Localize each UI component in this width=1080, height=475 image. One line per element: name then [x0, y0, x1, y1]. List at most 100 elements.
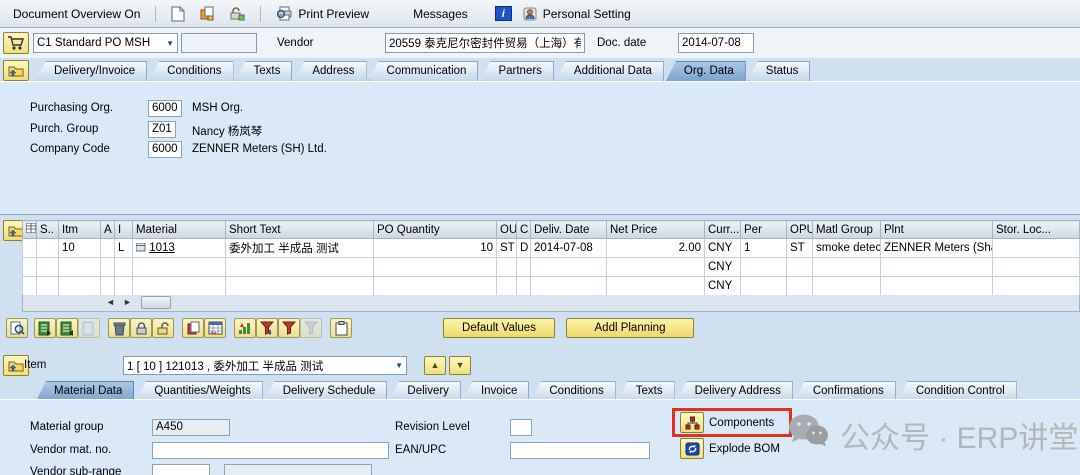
tab-material-data[interactable]: Material Data — [36, 381, 134, 401]
explode-bom-button[interactable]: Explode BOM — [680, 438, 780, 459]
doc-date-input[interactable] — [678, 33, 754, 53]
material-link[interactable]: 1013 — [149, 242, 175, 254]
opu-cell[interactable] — [787, 258, 813, 277]
i-cell[interactable] — [115, 258, 133, 277]
opu-cell[interactable]: ST — [787, 239, 813, 258]
lock-icon[interactable] — [226, 4, 248, 24]
material-cell[interactable] — [133, 258, 226, 277]
oun-cell[interactable]: ST — [497, 239, 517, 258]
tab-invoice[interactable]: Invoice — [463, 381, 529, 401]
purch-group-input[interactable]: Z01 — [148, 121, 176, 138]
a-cell[interactable] — [101, 277, 115, 296]
deliv-date-cell[interactable]: 2014-07-08 — [531, 239, 607, 258]
row-selector-cell[interactable] — [23, 239, 37, 258]
copy-item-alt-icon[interactable] — [56, 318, 78, 338]
material-cell[interactable] — [133, 277, 226, 296]
column-header-stor-loc[interactable]: Stor. Loc... — [993, 221, 1080, 239]
status-cell[interactable] — [37, 258, 59, 277]
po-quantity-cell[interactable] — [374, 277, 497, 296]
item-select[interactable]: 1 [ 10 ] 121013 , 委外加工 半成品 测试 ▼ — [123, 356, 407, 375]
i-cell[interactable] — [115, 277, 133, 296]
column-header-po-quantity[interactable]: PO Quantity — [374, 221, 497, 239]
cart-icon[interactable] — [3, 32, 29, 54]
filter-icon[interactable] — [278, 318, 300, 338]
unlock-item-icon[interactable] — [152, 318, 174, 338]
matl-group-cell[interactable] — [813, 258, 881, 277]
matl-group-cell[interactable]: smoke detect... — [813, 239, 881, 258]
column-header-a[interactable]: A — [101, 221, 115, 239]
column-header-curr[interactable]: Curr... — [705, 221, 741, 239]
per-cell[interactable] — [741, 258, 787, 277]
column-header-plnt[interactable]: Plnt — [881, 221, 993, 239]
create-document-icon[interactable] — [168, 4, 188, 24]
row-selector-cell[interactable] — [23, 258, 37, 277]
curr-cell[interactable]: CNY — [705, 239, 741, 258]
c-cell[interactable] — [517, 277, 531, 296]
tab-texts[interactable]: Texts — [236, 61, 293, 81]
tab-delivery[interactable]: Delivery — [389, 381, 461, 401]
column-header-itm[interactable]: Itm — [59, 221, 101, 239]
net-price-cell[interactable] — [607, 277, 705, 296]
material-cell[interactable]: 1013 — [133, 239, 226, 258]
column-header-i[interactable]: I — [115, 221, 133, 239]
net-price-cell[interactable]: 2.00 — [607, 239, 705, 258]
ean-upc-input[interactable] — [510, 442, 650, 459]
plnt-cell[interactable] — [881, 277, 993, 296]
material-group-input[interactable]: A450 — [152, 419, 230, 436]
company-code-input[interactable]: 6000 — [148, 141, 182, 158]
column-header-net-price[interactable]: Net Price — [607, 221, 705, 239]
copy-item-icon[interactable] — [34, 318, 56, 338]
tab-conditions[interactable]: Conditions — [149, 61, 233, 81]
tab-delivery-invoice[interactable]: Delivery/Invoice — [36, 61, 147, 81]
matl-group-cell[interactable] — [813, 277, 881, 296]
tab-address[interactable]: Address — [294, 61, 366, 81]
curr-cell[interactable]: CNY — [705, 258, 741, 277]
column-header-oun[interactable]: OUn — [497, 221, 517, 239]
i-cell[interactable]: L — [115, 239, 133, 258]
column-header-deliv-date[interactable]: Deliv. Date — [531, 221, 607, 239]
short-text-cell[interactable]: 委外加工 半成品 测试 — [226, 239, 374, 258]
info-icon[interactable]: i — [495, 6, 512, 21]
short-text-cell[interactable] — [226, 277, 374, 296]
scrollbar-thumb[interactable] — [141, 296, 171, 309]
tab-delivery-schedule[interactable]: Delivery Schedule — [265, 381, 388, 401]
personal-setting-button[interactable]: Personal Setting — [520, 4, 634, 24]
tab-status[interactable]: Status — [748, 61, 811, 81]
po-quantity-cell[interactable]: 10 — [374, 239, 497, 258]
itm-cell[interactable] — [59, 277, 101, 296]
tab-additional-data[interactable]: Additional Data — [556, 61, 664, 81]
column-header-opu[interactable]: OPU — [787, 221, 813, 239]
column-header-c[interactable]: C — [517, 221, 531, 239]
sort-ascending-icon[interactable] — [234, 318, 256, 338]
per-cell[interactable]: 1 — [741, 239, 787, 258]
a-cell[interactable] — [101, 239, 115, 258]
row-selector-cell[interactable] — [23, 277, 37, 296]
column-header-matl-group[interactable]: Matl Group — [813, 221, 881, 239]
scroll-left-icon[interactable]: ◄ — [103, 296, 118, 309]
itm-cell[interactable]: 10 — [59, 239, 101, 258]
c-cell[interactable] — [517, 258, 531, 277]
tab-quantities-weights[interactable]: Quantities/Weights — [136, 381, 262, 401]
a-cell[interactable] — [101, 258, 115, 277]
net-price-cell[interactable] — [607, 258, 705, 277]
vendor-subrange-input[interactable] — [152, 464, 210, 475]
addl-planning-button[interactable]: Addl Planning — [566, 318, 694, 338]
tab-condition-control[interactable]: Condition Control — [898, 381, 1017, 401]
duplicate-icon[interactable] — [182, 318, 204, 338]
delete-icon[interactable] — [108, 318, 130, 338]
status-cell[interactable] — [37, 239, 59, 258]
plnt-cell[interactable] — [881, 258, 993, 277]
previous-item-button[interactable]: ▲ — [424, 356, 446, 375]
messages-button[interactable]: Messages — [410, 5, 471, 23]
po-type-select[interactable]: C1 Standard PO MSH ▼ — [33, 33, 178, 53]
clipboard-icon[interactable] — [330, 318, 352, 338]
column-header-per[interactable]: Per — [741, 221, 787, 239]
itm-cell[interactable] — [59, 258, 101, 277]
revision-level-input[interactable] — [510, 419, 532, 436]
lock-item-icon[interactable] — [130, 318, 152, 338]
oun-cell[interactable] — [497, 277, 517, 296]
document-overview-toggle[interactable]: Document Overview On — [10, 5, 143, 23]
plnt-cell[interactable]: ZENNER Meters (Sha... — [881, 239, 993, 258]
curr-cell[interactable]: CNY — [705, 277, 741, 296]
po-quantity-cell[interactable] — [374, 258, 497, 277]
